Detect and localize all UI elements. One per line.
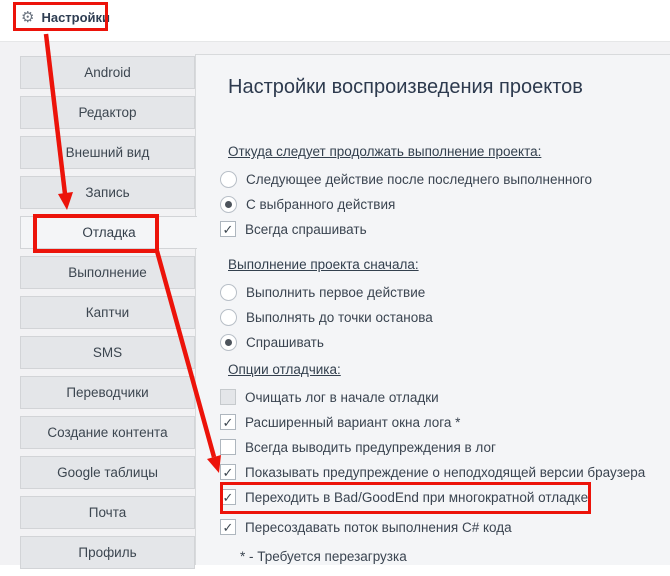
radio-dot <box>225 201 232 208</box>
control-label: Спрашивать <box>246 335 324 350</box>
sidebar-item-2[interactable]: Внешний вид <box>20 136 195 169</box>
control-label: Выполнить первое действие <box>246 285 425 300</box>
radio-row-1-1[interactable]: Выполнять до точки останова <box>220 308 670 326</box>
radio-row-0-1[interactable]: С выбранного действия <box>220 195 670 213</box>
control-label: Показывать предупреждение о неподходящей… <box>245 465 645 480</box>
sidebar-item-12[interactable]: Профиль <box>20 536 195 569</box>
control-label: Пересоздавать поток выполнения C# кода <box>245 520 512 535</box>
radio-checked-icon[interactable] <box>220 196 237 213</box>
control-label: Всегда спрашивать <box>245 222 367 237</box>
radio-unchecked-icon[interactable] <box>220 284 237 301</box>
radio-dot <box>225 339 232 346</box>
checkbox-row-2-2[interactable]: Всегда выводить предупреждения в лог <box>220 438 670 456</box>
sidebar-item-9[interactable]: Создание контента <box>20 416 195 449</box>
gear-icon: ⚙ <box>21 10 34 25</box>
sidebar-item-8[interactable]: Переводчики <box>20 376 195 409</box>
settings-menu-label: Настройки <box>41 10 110 25</box>
radio-checked-icon[interactable] <box>220 334 237 351</box>
sidebar-item-4[interactable]: Отладка <box>20 216 197 249</box>
settings-panel: Настройки воспроизведения проектов Откуд… <box>195 54 670 565</box>
radio-unchecked-icon[interactable] <box>220 309 237 326</box>
sidebar-item-11[interactable]: Почта <box>20 496 195 529</box>
checkbox-checked-icon[interactable]: ✓ <box>220 464 236 480</box>
settings-sidebar: Android Редактор Внешний вид Запись Отладка В… <box>20 56 197 576</box>
topbar: ⚙ Настройки <box>0 0 670 42</box>
settings-section-1: Выполнение проекта сначала: Выполнить пер… <box>228 257 670 351</box>
section-header-2: Опции отладчика: <box>228 362 670 378</box>
control-label: Всегда выводить предупреждения в лог <box>245 440 496 455</box>
sidebar-item-7[interactable]: SMS <box>20 336 195 369</box>
radio-row-0-0[interactable]: Следующее действие после последнего выпо… <box>220 170 670 188</box>
checkbox-checked-icon[interactable]: ✓ <box>220 414 236 430</box>
sidebar-item-1[interactable]: Редактор <box>20 96 195 129</box>
section-header-1: Выполнение проекта сначала: <box>228 257 670 273</box>
settings-section-0: Откуда следует продолжать выполнение про… <box>228 144 670 238</box>
sidebar-item-6[interactable]: Каптчи <box>20 296 195 329</box>
checkbox-checked-icon[interactable]: ✓ <box>220 221 236 237</box>
radio-row-1-2[interactable]: Спрашивать <box>220 333 670 351</box>
checkbox-checked-icon[interactable]: ✓ <box>220 519 236 535</box>
checkbox-checked-icon[interactable]: ✓ <box>220 489 236 505</box>
sidebar-item-5[interactable]: Выполнение <box>20 256 195 289</box>
control-label: Переходить в Bad/GoodEnd при многократно… <box>245 490 588 505</box>
control-label: С выбранного действия <box>246 197 395 212</box>
sidebar-item-10[interactable]: Google таблицы <box>20 456 195 489</box>
control-label: Следующее действие после последнего выпо… <box>246 172 592 187</box>
checkbox-unchecked-icon[interactable] <box>220 389 236 405</box>
checkbox-row-2-4[interactable]: ✓ Переходить в Bad/GoodEnd при многократн… <box>220 488 670 506</box>
sidebar-item-3[interactable]: Запись <box>20 176 195 209</box>
checkbox-unchecked-icon[interactable] <box>220 439 236 455</box>
page-title: Настройки воспроизведения проектов <box>228 75 670 99</box>
control-label: Очищать лог в начале отладки <box>245 390 439 405</box>
checkbox-row-2-3[interactable]: ✓ Показывать предупреждение о неподходяще… <box>220 463 670 481</box>
control-label: Выполнять до точки останова <box>246 310 433 325</box>
restart-footnote: * - Требуется перезагрузка <box>240 549 670 564</box>
sidebar-item-0[interactable]: Android <box>20 56 195 89</box>
settings-sections: Откуда следует продолжать выполнение про… <box>228 144 670 536</box>
radio-row-1-0[interactable]: Выполнить первое действие <box>220 283 670 301</box>
checkbox-row-2-5[interactable]: ✓ Пересоздавать поток выполнения C# кода <box>220 518 670 536</box>
settings-menu-button[interactable]: ⚙ Настройки <box>21 7 110 27</box>
section-header-0: Откуда следует продолжать выполнение про… <box>228 144 670 160</box>
checkbox-row-0-2[interactable]: ✓ Всегда спрашивать <box>220 220 670 238</box>
checkbox-row-2-1[interactable]: ✓ Расширенный вариант окна лога * <box>220 413 670 431</box>
radio-unchecked-icon[interactable] <box>220 171 237 188</box>
checkbox-row-2-0[interactable]: Очищать лог в начале отладки <box>220 388 670 406</box>
control-label: Расширенный вариант окна лога * <box>245 415 460 430</box>
settings-section-2: Опции отладчика: Очищать лог в начале отл… <box>228 362 670 536</box>
